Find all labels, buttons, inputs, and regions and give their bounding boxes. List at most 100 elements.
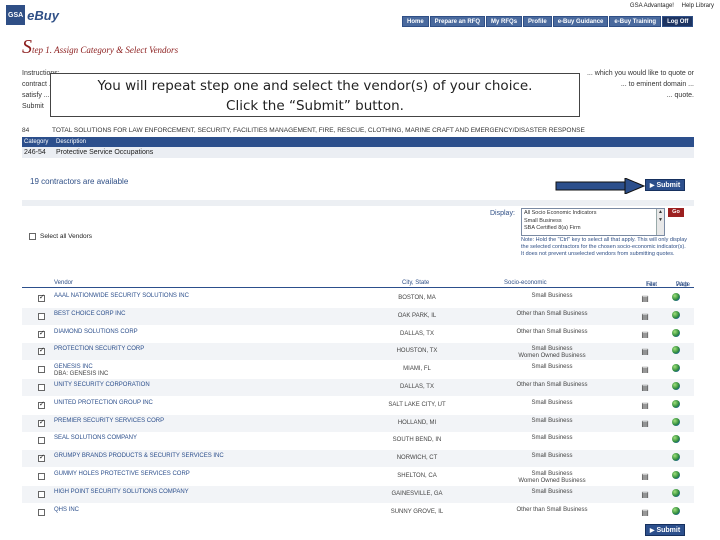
vendor-socio-economic: Other than Small Business [492, 311, 612, 318]
vendor-checkbox[interactable] [38, 329, 45, 338]
contractors-available: 19 contractors are available [30, 177, 129, 186]
nav-ebuy-guidance[interactable]: e-Buy Guidance [552, 16, 609, 27]
vendor-name-line: BEST CHOICE CORP INC [54, 310, 126, 317]
vendor-dba-line: DBA: GENESIS INC [54, 371, 109, 378]
vendor-name[interactable]: UNITY SECURITY CORPORATION [54, 382, 150, 389]
text-file-icon[interactable]: ▤ [640, 401, 650, 410]
vendor-name[interactable]: BEST CHOICE CORP INC [54, 311, 125, 318]
vendor-checkbox[interactable] [38, 437, 45, 445]
text-file-icon[interactable]: ▤ [640, 472, 650, 481]
top-links: GSA Advantage! Help Library [624, 3, 714, 9]
vendor-socio-economic: Small Business [492, 293, 612, 300]
vendor-checkbox[interactable] [38, 473, 45, 480]
vendor-name-line: GENESIS INC [54, 364, 93, 371]
vendor-name[interactable]: HIGH POINT SECURITY SOLUTIONS COMPANY [54, 489, 189, 496]
go-button[interactable]: Go [668, 208, 684, 217]
web-page-globe-icon[interactable] [672, 399, 682, 410]
vendor-name[interactable]: AAAL NATIONWIDE SECURITY SOLUTIONS INC [54, 293, 189, 300]
text-file-icon[interactable]: ▤ [640, 490, 650, 499]
gsa-advantage-link[interactable]: GSA Advantage! [630, 3, 674, 9]
submit-button-bottom[interactable]: ▶ Submit [645, 524, 685, 536]
web-page-globe-icon[interactable] [672, 293, 682, 303]
nav-profile[interactable]: Profile [523, 16, 552, 27]
text-file-icon[interactable]: ▤ [640, 365, 650, 374]
gsa-ebuy-logo[interactable]: GSA eBuy [6, 4, 68, 26]
web-page-globe-icon[interactable] [672, 364, 682, 374]
vendor-checkbox[interactable] [38, 346, 45, 356]
web-page-globe-icon[interactable] [672, 310, 682, 321]
submit-arrow-icon: ▶ [649, 527, 655, 534]
socio-line-2: Women Owned Business [518, 353, 586, 360]
vendor-checkbox[interactable] [38, 418, 45, 427]
vendor-row: UNITED PROTECTION GROUP INC SALT LAKE CIT… [22, 397, 694, 414]
category-description: Protective Service Occupations [56, 149, 154, 156]
vendor-name[interactable]: GRUMPY BRANDS PRODUCTS & SECURITY SERVIC… [54, 453, 224, 460]
vendor-name[interactable]: GENESIS INC DBA: GENESIS INC [54, 364, 108, 378]
web-page-globe-icon[interactable] [672, 346, 682, 356]
vendor-name[interactable]: GUMMY HOLES PROTECTIVE SERVICES CORP [54, 471, 190, 478]
web-page-globe-icon[interactable] [672, 453, 682, 463]
vendor-checkbox[interactable] [38, 490, 45, 498]
socio-line: Other than Small Business [516, 506, 588, 513]
globe-icon [672, 399, 680, 408]
vendor-checkbox[interactable] [38, 400, 45, 409]
vendor-checkbox[interactable] [38, 293, 45, 302]
socio-line: Other than Small Business [516, 382, 588, 388]
web-page-globe-icon[interactable] [672, 382, 682, 392]
text-file-icon[interactable]: ▤ [640, 383, 650, 392]
web-page-globe-icon[interactable] [672, 488, 682, 499]
vendor-name[interactable]: PREMIER SECURITY SERVICES CORP [54, 418, 164, 425]
web-page-globe-icon[interactable] [672, 328, 682, 339]
web-page-globe-icon[interactable] [672, 506, 682, 517]
vendor-col-header: Vendor [54, 280, 74, 286]
vendor-name-line: UNITED PROTECTION GROUP INC [54, 399, 153, 406]
vendor-name[interactable]: QHS INC [54, 507, 79, 514]
vendor-socio-economic: Small Business [492, 453, 612, 460]
nav-prepare-rfq[interactable]: Prepare an RFQ [429, 16, 486, 27]
select-scrollbar[interactable]: ▲ ▼ [656, 209, 664, 235]
submit-button-top[interactable]: ▶ Submit [645, 179, 685, 191]
text-file-icon[interactable]: ▤ [640, 347, 650, 356]
socio-economic-filter-select[interactable]: All Socio Economic Indicators Small Busi… [521, 208, 665, 236]
display-option-1[interactable]: All Socio Economic Indicators [524, 210, 662, 218]
vendor-checkbox[interactable] [38, 312, 45, 320]
vendor-row: DIAMOND SOLUTIONS CORP DALLAS, TX Other th… [22, 326, 694, 343]
vendor-name[interactable]: DIAMOND SOLUTIONS CORP [54, 329, 138, 336]
web-page-globe-icon[interactable] [672, 417, 682, 428]
vendor-city: BOSTON, MA [398, 295, 436, 301]
vendor-city: SOUTH BEND, IN [392, 437, 442, 444]
help-library-link[interactable]: Help Library [682, 3, 714, 9]
text-file-icon[interactable]: ▤ [640, 508, 650, 517]
instr-line-4a: Submit [22, 103, 44, 110]
instr-line-3a: satisfy ... [22, 92, 50, 99]
vendor-checkbox[interactable] [38, 384, 45, 391]
vendor-city: HOUSTON, TX [396, 348, 438, 355]
nav-home[interactable]: Home [402, 16, 429, 27]
select-all-vendors[interactable]: Select all Vendors [29, 233, 92, 240]
select-all-checkbox[interactable] [29, 233, 36, 240]
nav-ebuy-training[interactable]: e-Buy Training [609, 16, 662, 27]
nav-my-rfqs[interactable]: My RFQs [486, 16, 523, 27]
vendor-name[interactable]: SEAL SOLUTIONS COMPANY [54, 435, 137, 442]
display-option-3[interactable]: SBA Certified 8(a) Firm [524, 225, 662, 233]
socio-line: Small Business [531, 435, 573, 442]
category-header: Category [24, 139, 49, 145]
vendor-name-line: DIAMOND SOLUTIONS CORP [54, 328, 138, 335]
vendor-checkbox[interactable] [38, 453, 45, 463]
text-file-col-header: Text File [636, 272, 657, 288]
instr-line-2b: ... to eminent domain ... [620, 81, 694, 88]
vendor-checkbox[interactable] [38, 366, 45, 374]
vendor-name[interactable]: UNITED PROTECTION GROUP INC [54, 400, 153, 407]
text-file-icon[interactable]: ▤ [640, 330, 650, 339]
web-page-globe-icon[interactable] [672, 471, 682, 481]
text-file-icon[interactable]: ▤ [640, 294, 650, 303]
nav-log-off[interactable]: Log Off [662, 16, 694, 27]
vendor-checkbox[interactable] [38, 508, 45, 516]
web-page-globe-icon[interactable] [672, 435, 682, 445]
vendor-name[interactable]: PROTECTION SECURITY CORP [54, 346, 144, 353]
display-option-2[interactable]: Small Business [524, 218, 662, 226]
category-row[interactable]: 246-54 Protective Service Occupations [22, 147, 694, 158]
text-file-icon[interactable]: ▤ [640, 312, 650, 321]
text-file-icon[interactable]: ▤ [640, 419, 650, 428]
vendor-city: SALT LAKE CITY, UT [388, 401, 446, 408]
